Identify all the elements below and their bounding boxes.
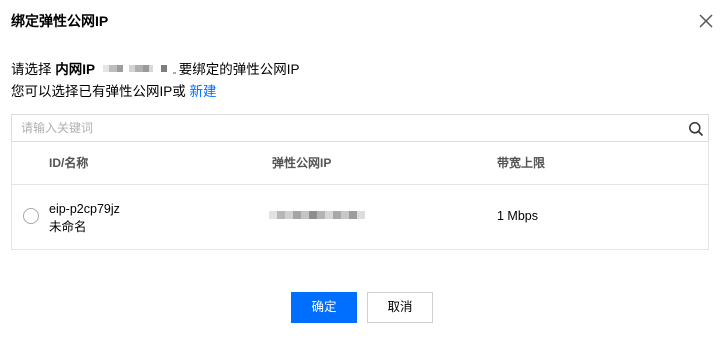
create-hint-line: 您可以选择已有弹性公网IP或 新建 — [11, 82, 217, 102]
column-header-bandwidth: 带宽上限 — [497, 156, 546, 170]
private-ip-label: 内网IP — [55, 62, 96, 77]
search-icon[interactable] — [688, 121, 704, 137]
masked-eip-address — [269, 211, 365, 219]
eip-name: 未命名 — [49, 220, 87, 234]
close-icon — [699, 14, 713, 28]
masked-ip-value — [102, 65, 176, 75]
search-box — [11, 114, 709, 142]
column-header-id-name: ID/名称 — [49, 156, 89, 170]
create-hint-text: 您可以选择已有弹性公网IP或 — [11, 84, 190, 99]
table-header: ID/名称 弹性公网IP 带宽上限 — [12, 142, 708, 185]
intro-line: 请选择 内网IP 要绑定的弹性公网IP — [11, 60, 300, 80]
create-eip-link[interactable]: 新建 — [190, 84, 217, 99]
column-header-eip: 弹性公网IP — [272, 156, 332, 170]
bandwidth-limit: 1 Mbps — [497, 209, 538, 223]
dialog-title: 绑定弹性公网IP — [11, 13, 109, 29]
intro-suffix: 要绑定的弹性公网IP — [178, 62, 300, 77]
eip-table: ID/名称 弹性公网IP 带宽上限 eip-p2cp79jz 未命名 1 Mbp… — [11, 142, 709, 250]
search-input[interactable] — [12, 115, 681, 141]
close-button[interactable] — [697, 12, 715, 30]
confirm-button[interactable]: 确定 — [291, 292, 357, 323]
table-row[interactable]: eip-p2cp79jz 未命名 1 Mbps — [12, 184, 708, 249]
intro-prefix: 请选择 — [11, 62, 56, 77]
cancel-button[interactable]: 取消 — [367, 292, 433, 323]
row-radio[interactable] — [23, 208, 39, 224]
eip-id: eip-p2cp79jz — [49, 202, 120, 216]
